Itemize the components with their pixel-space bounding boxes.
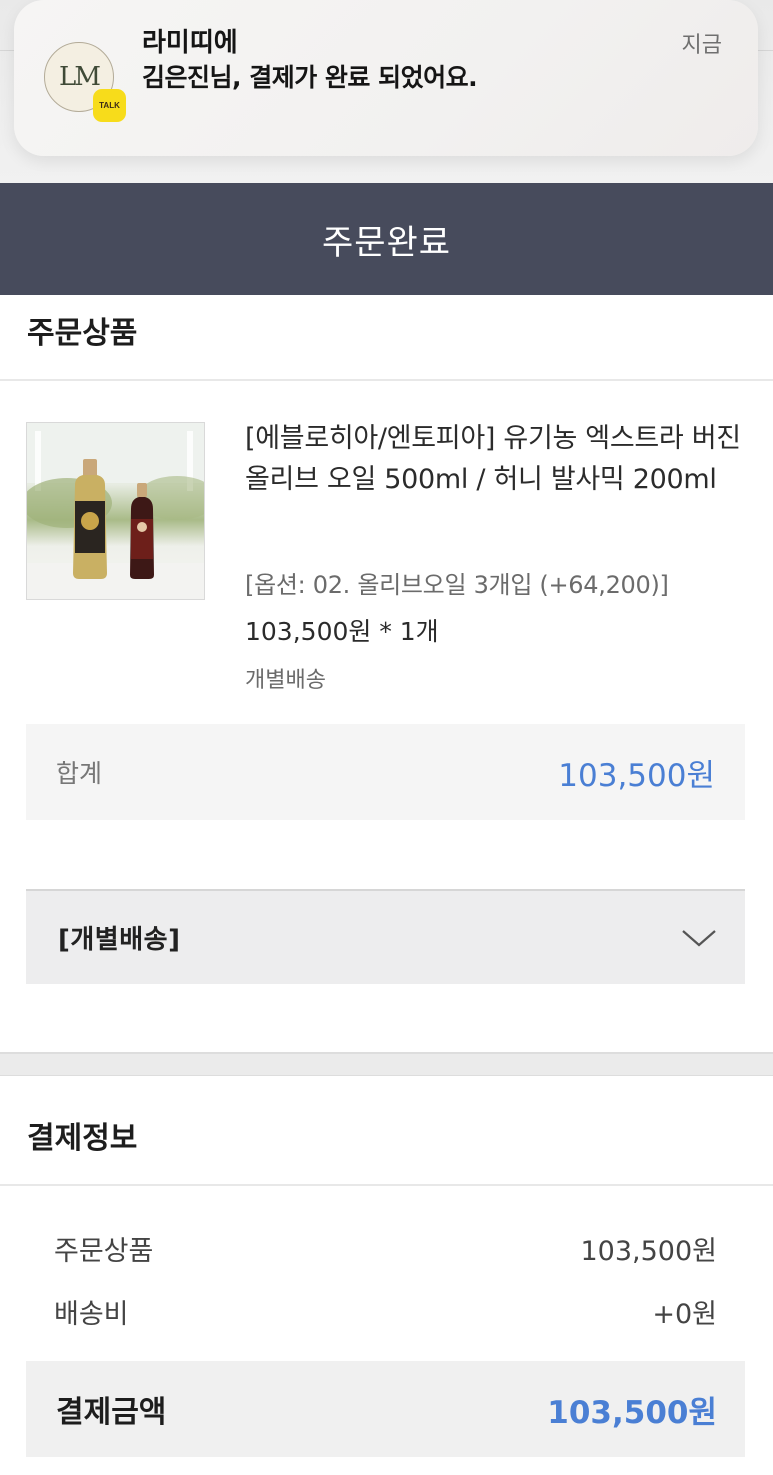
payment-row-label: 배송비 [54, 1299, 129, 1330]
payment-row-value: +0원 [652, 1299, 717, 1330]
shipping-accordion[interactable]: [개별배송] [26, 889, 745, 984]
chevron-down-icon[interactable] [681, 928, 717, 948]
payment-row-label: 주문상품 [54, 1236, 154, 1267]
section-separator-band [0, 1052, 773, 1076]
notification-app-name: 라미띠에 [142, 28, 238, 58]
notification-area: LM TALK 라미띠에 김은진님, 결제가 완료 되었어요. 지금 [0, 0, 773, 183]
kakaotalk-badge-icon: TALK [93, 89, 126, 122]
product-option: [옵션: 02. 올리브오일 3개입 (+64,200)] [245, 571, 669, 599]
section-divider [0, 379, 773, 381]
push-notification[interactable]: LM TALK 라미띠에 김은진님, 결제가 완료 되었어요. 지금 [14, 0, 758, 156]
notification-time: 지금 [681, 33, 722, 58]
payment-info-title: 결제정보 [27, 1121, 138, 1156]
subtotal-label: 합계 [56, 759, 103, 788]
page-header: 주문완료 [0, 183, 773, 295]
product-shipping-type: 개별배송 [245, 668, 326, 693]
subtotal-value: 103,500원 [558, 757, 715, 794]
section-divider [0, 1184, 773, 1186]
notification-message: 김은진님, 결제가 완료 되었어요. [142, 63, 478, 92]
order-items-title: 주문상품 [27, 316, 138, 351]
product-price-quantity: 103,500원 * 1개 [245, 617, 439, 646]
product-thumbnail[interactable] [26, 422, 205, 600]
shipping-accordion-label: [개별배송] [58, 925, 181, 955]
payment-total-label: 결제금액 [56, 1395, 167, 1430]
product-image [27, 423, 204, 599]
payment-total-box: 결제금액 103,500원 [26, 1361, 745, 1457]
payment-total-value: 103,500원 [547, 1394, 717, 1431]
payment-row-items: 주문상품 103,500원 [54, 1229, 717, 1268]
subtotal-box: 합계 103,500원 [26, 724, 745, 820]
product-name[interactable]: [에블로히아/엔토피아] 유기농 엑스트라 버진 올리브 오일 500ml / … [245, 418, 745, 500]
payment-row-value: 103,500원 [580, 1236, 718, 1267]
page-title: 주문완료 [321, 222, 452, 263]
payment-row-shipping: 배송비 +0원 [54, 1292, 717, 1331]
